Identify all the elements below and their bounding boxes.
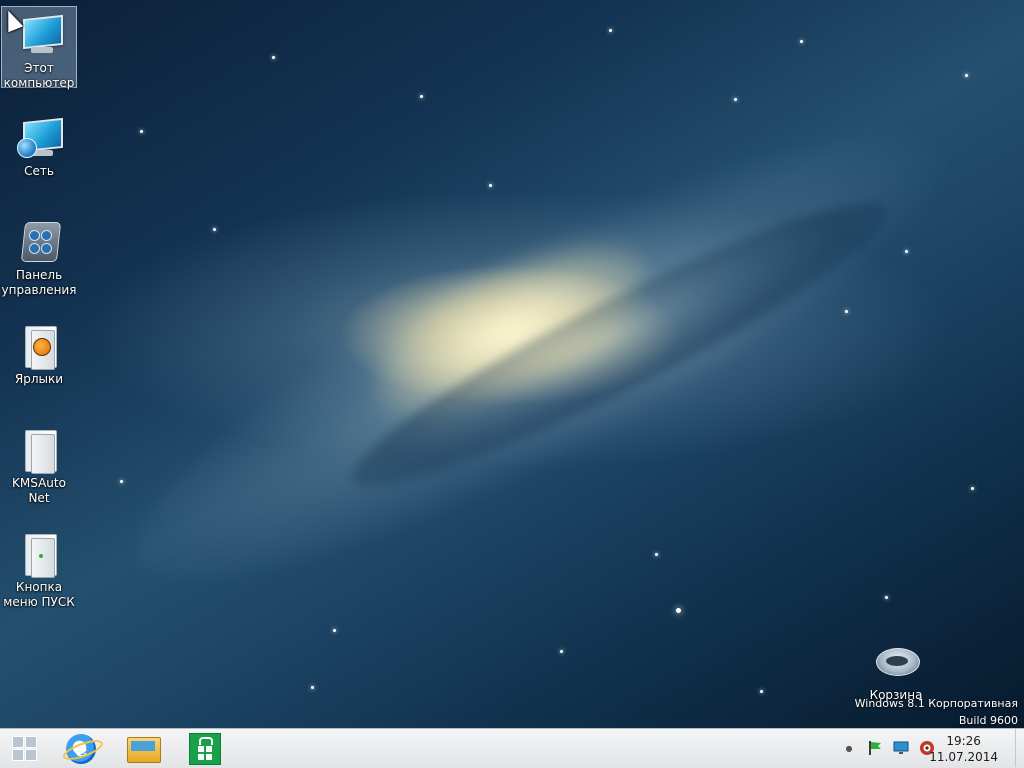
taskbar-internet-explorer[interactable]: e bbox=[56, 731, 106, 767]
folder-aimp-icon bbox=[15, 322, 63, 370]
show-hidden-icon[interactable]: ● bbox=[840, 739, 858, 757]
system-tray: ● bbox=[836, 729, 940, 767]
desktop-icon-label: Этот компьютер bbox=[3, 61, 75, 90]
desktop-icon-label: Сеть bbox=[24, 164, 54, 178]
star bbox=[213, 228, 216, 231]
windows-logo-icon bbox=[12, 736, 38, 762]
star bbox=[800, 40, 803, 43]
star bbox=[655, 553, 658, 556]
star bbox=[760, 690, 763, 693]
star bbox=[560, 650, 563, 653]
desktop-icon-label: Панель управления bbox=[1, 268, 77, 297]
star bbox=[885, 596, 888, 599]
desktop[interactable]: Этот компьютер Сеть Панель управления Яр… bbox=[0, 0, 1024, 728]
store-icon bbox=[189, 733, 221, 765]
star bbox=[120, 480, 123, 483]
clock-date: 11.07.2014 bbox=[929, 750, 998, 764]
desktop-icon-label: KMSAuto Net bbox=[12, 476, 66, 505]
star bbox=[489, 184, 492, 187]
star bbox=[971, 487, 974, 490]
star bbox=[965, 74, 968, 77]
folder-icon bbox=[15, 426, 63, 474]
star bbox=[311, 686, 314, 689]
star bbox=[272, 56, 275, 59]
file-explorer-icon bbox=[127, 737, 161, 763]
taskbar: e ● 19:26 11.07.2014 bbox=[0, 728, 1024, 768]
clock-time: 19:26 bbox=[946, 734, 981, 748]
internet-explorer-icon: e bbox=[60, 734, 106, 764]
star bbox=[905, 250, 908, 253]
start-button[interactable] bbox=[0, 731, 50, 767]
desktop-icon-shortcuts[interactable]: Ярлыки bbox=[1, 318, 77, 387]
network-icon bbox=[15, 114, 63, 162]
action-center-flag-icon[interactable] bbox=[866, 739, 884, 757]
desktop-icon-recycle-bin[interactable]: Корзина bbox=[858, 634, 934, 703]
star bbox=[333, 629, 336, 632]
taskbar-file-explorer[interactable] bbox=[118, 731, 168, 767]
star bbox=[420, 95, 423, 98]
desktop-icon-network[interactable]: Сеть bbox=[1, 110, 77, 179]
star bbox=[609, 29, 612, 32]
network-icon[interactable] bbox=[892, 739, 910, 757]
desktop-icon-label: Ярлыки bbox=[14, 372, 64, 386]
edition-watermark: Windows 8.1 Корпоративная bbox=[854, 697, 1018, 710]
desktop-icon-kmsauto[interactable]: KMSAuto Net bbox=[1, 422, 77, 506]
desktop-icon-label: Кнопка меню ПУСК bbox=[3, 580, 75, 609]
desktop-icon-start-button[interactable]: Кнопка меню ПУСК bbox=[1, 526, 77, 610]
star bbox=[845, 310, 848, 313]
recycle-bin-icon bbox=[872, 638, 920, 686]
taskbar-store[interactable] bbox=[180, 731, 230, 767]
folder-icon bbox=[15, 530, 63, 578]
control-panel-icon bbox=[15, 218, 63, 266]
star bbox=[676, 608, 681, 613]
computer-icon bbox=[15, 11, 63, 59]
star bbox=[734, 98, 737, 101]
star bbox=[140, 130, 143, 133]
show-desktop-button[interactable] bbox=[1015, 729, 1024, 767]
clock[interactable]: 19:26 11.07.2014 bbox=[929, 733, 998, 765]
build-watermark: Build 9600 bbox=[958, 714, 1018, 727]
desktop-icon-control-panel[interactable]: Панель управления bbox=[1, 214, 77, 298]
